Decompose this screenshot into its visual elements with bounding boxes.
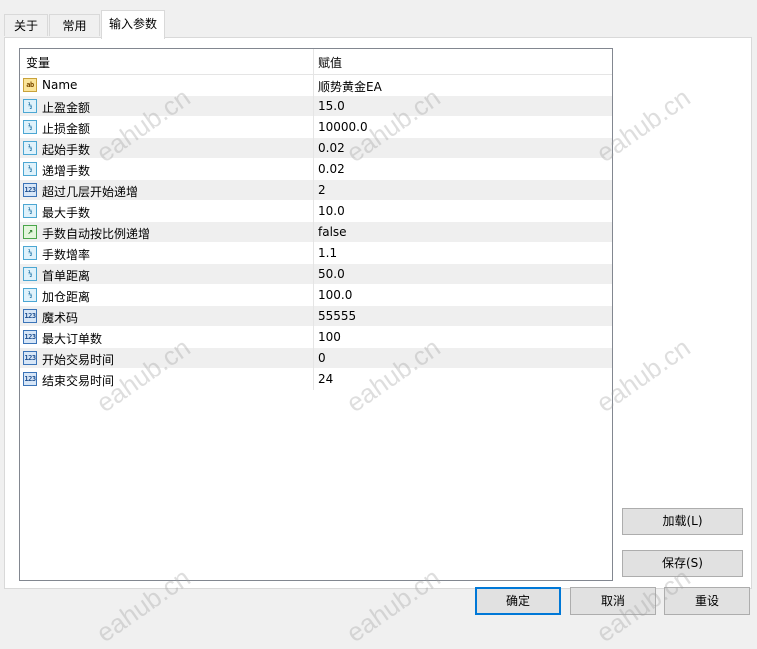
parameters-table: 变量 赋值 ab Name 顺势黄金EA ½ 止盈金额 15.0 ½ 止损金额 10000.0 ½… (19, 48, 613, 581)
parameter-value[interactable]: 1.1 (318, 246, 337, 260)
parameter-value[interactable]: 100.0 (318, 288, 352, 302)
table-body: ab Name 顺势黄金EA ½ 止盈金额 15.0 ½ 止损金额 10000.0 ½ 起始手数 0.… (20, 75, 612, 390)
table-row[interactable]: ½ 首单距离 50.0 (20, 264, 612, 285)
column-header-value[interactable]: 赋值 (318, 54, 342, 71)
table-header: 变量 赋值 (20, 49, 612, 75)
column-divider (313, 306, 314, 327)
parameter-name: 手数自动按比例递增 (42, 227, 151, 241)
tab-inputs[interactable]: 输入参数 (101, 10, 165, 39)
table-row[interactable]: ½ 起始手数 0.02 (20, 138, 612, 159)
table-row[interactable]: 123 最大订单数 100 (20, 327, 612, 348)
table-row[interactable]: ½ 递增手数 0.02 (20, 159, 612, 180)
table-row[interactable]: ½ 最大手数 10.0 (20, 201, 612, 222)
parameter-name: 起始手数 (42, 143, 91, 157)
parameter-name: 加仓距离 (42, 290, 91, 304)
table-row[interactable]: ½ 加仓距离 100.0 (20, 285, 612, 306)
table-row[interactable]: ab Name 顺势黄金EA (20, 75, 612, 96)
integer-icon: 123 (23, 351, 37, 365)
parameter-value[interactable]: 10000.0 (318, 120, 368, 134)
table-row[interactable]: 123 魔术码 55555 (20, 306, 612, 327)
parameter-value[interactable]: 0 (318, 351, 326, 365)
column-divider (313, 243, 314, 264)
column-divider (313, 180, 314, 201)
ab-icon: ab (23, 78, 37, 92)
parameter-name: 开始交易时间 (42, 353, 115, 367)
column-divider (313, 159, 314, 180)
double-icon: ½ (23, 141, 37, 155)
parameter-name: 最大手数 (42, 206, 91, 220)
parameter-name: 止损金额 (42, 122, 91, 136)
column-divider (313, 117, 314, 138)
tab-about[interactable]: 关于 (4, 14, 48, 36)
parameter-value[interactable]: 2 (318, 183, 326, 197)
parameter-name: 止盈金额 (42, 101, 91, 115)
integer-icon: 123 (23, 309, 37, 323)
integer-icon: 123 (23, 183, 37, 197)
bool-icon: ↗ (23, 225, 37, 239)
parameter-value[interactable]: 15.0 (318, 99, 345, 113)
double-icon: ½ (23, 246, 37, 260)
column-header-variable[interactable]: 变量 (26, 54, 50, 71)
save-button[interactable]: 保存(S) (622, 550, 743, 577)
double-icon: ½ (23, 288, 37, 302)
double-icon: ½ (23, 162, 37, 176)
inputs-panel: 变量 赋值 ab Name 顺势黄金EA ½ 止盈金额 15.0 ½ 止损金额 10000.0 ½… (4, 37, 752, 589)
parameter-name: 手数增率 (42, 248, 91, 262)
parameter-name: 结束交易时间 (42, 374, 115, 388)
parameter-value[interactable]: 100 (318, 330, 341, 344)
parameter-value[interactable]: 顺势黄金EA (318, 78, 382, 95)
parameter-value[interactable]: 0.02 (318, 162, 345, 176)
table-row[interactable]: ½ 止盈金额 15.0 (20, 96, 612, 117)
parameter-value[interactable]: 55555 (318, 309, 356, 323)
column-divider (313, 327, 314, 348)
table-row[interactable]: 123 超过几层开始递增 2 (20, 180, 612, 201)
table-row[interactable]: 123 开始交易时间 0 (20, 348, 612, 369)
column-divider (313, 222, 314, 243)
parameter-name: 超过几层开始递增 (42, 185, 139, 199)
integer-icon: 123 (23, 330, 37, 344)
column-divider (313, 348, 314, 369)
column-divider (313, 369, 314, 390)
column-divider (313, 285, 314, 306)
column-divider (313, 138, 314, 159)
column-divider (313, 75, 314, 96)
parameter-value[interactable]: 10.0 (318, 204, 345, 218)
table-row[interactable]: 123 结束交易时间 24 (20, 369, 612, 390)
table-row[interactable]: ½ 手数增率 1.1 (20, 243, 612, 264)
parameter-value[interactable]: false (318, 225, 347, 239)
parameter-name: 魔术码 (42, 311, 79, 325)
parameter-name: Name (42, 78, 78, 92)
parameter-value[interactable]: 24 (318, 372, 333, 386)
column-divider[interactable] (313, 49, 314, 74)
table-row[interactable]: ↗ 手数自动按比例递增 false (20, 222, 612, 243)
reset-button[interactable]: 重设 (664, 587, 750, 615)
table-row[interactable]: ½ 止损金额 10000.0 (20, 117, 612, 138)
ok-button[interactable]: 确定 (475, 587, 561, 615)
tab-common[interactable]: 常用 (49, 14, 100, 36)
parameter-name: 递增手数 (42, 164, 91, 178)
cancel-button[interactable]: 取消 (570, 587, 656, 615)
column-divider (313, 201, 314, 222)
parameter-value[interactable]: 0.02 (318, 141, 345, 155)
double-icon: ½ (23, 204, 37, 218)
parameter-name: 最大订单数 (42, 332, 103, 346)
load-button[interactable]: 加载(L) (622, 508, 743, 535)
integer-icon: 123 (23, 372, 37, 386)
double-icon: ½ (23, 120, 37, 134)
parameter-value[interactable]: 50.0 (318, 267, 345, 281)
double-icon: ½ (23, 99, 37, 113)
column-divider (313, 96, 314, 117)
parameter-name: 首单距离 (42, 269, 91, 283)
column-divider (313, 264, 314, 285)
double-icon: ½ (23, 267, 37, 281)
